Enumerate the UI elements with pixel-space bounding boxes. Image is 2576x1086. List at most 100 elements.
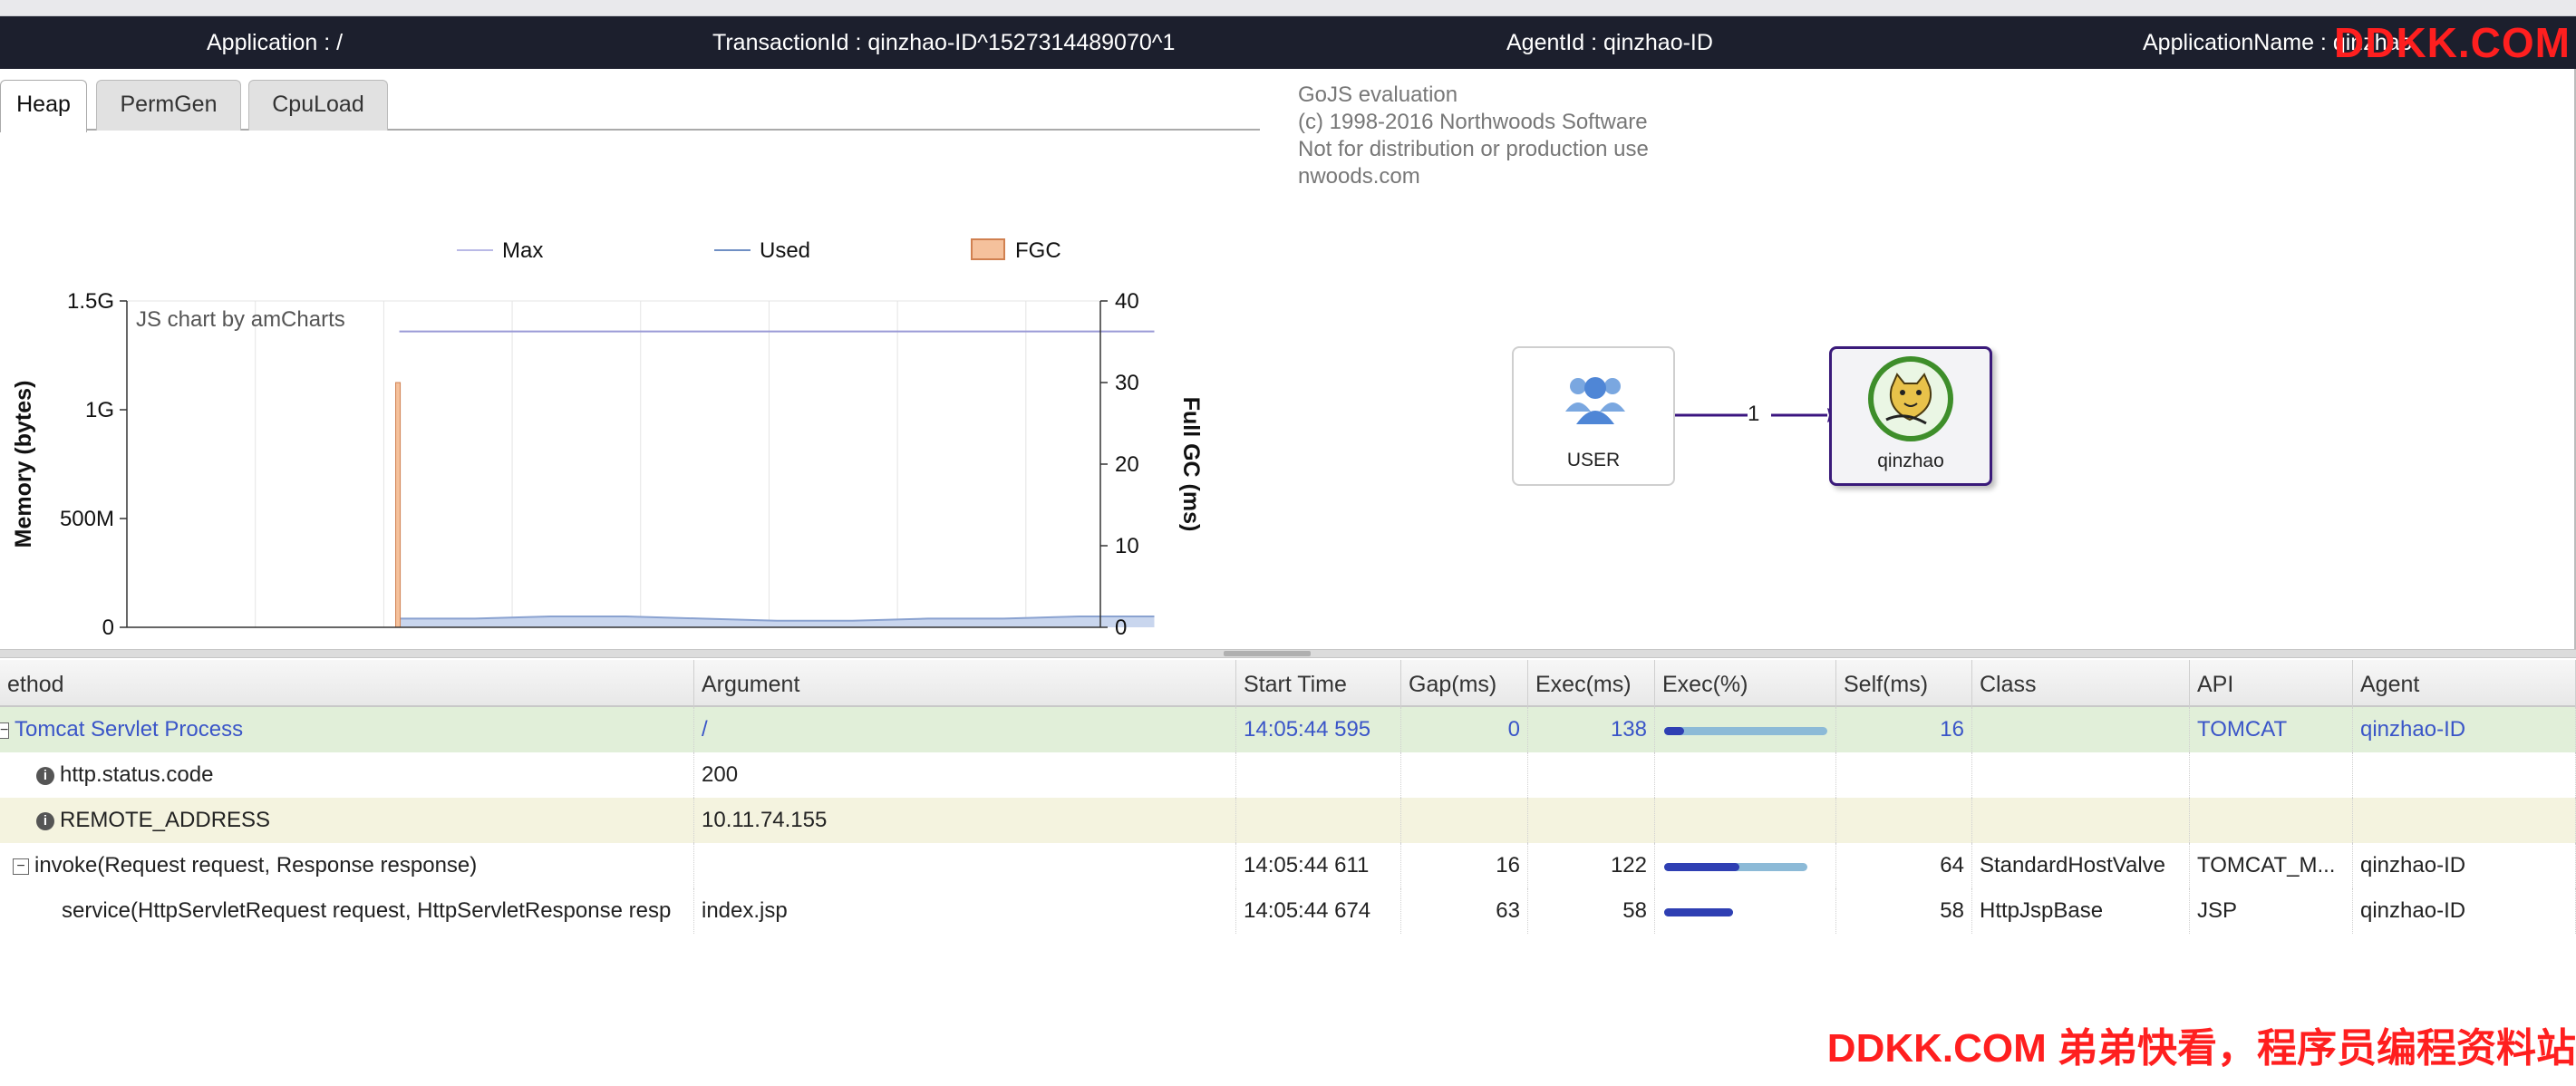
collapse-toggle-icon[interactable]: − [13, 858, 29, 875]
application-label: Application : / [207, 30, 344, 55]
argument-cell: 10.11.74.155 [694, 798, 1236, 843]
argument-cell: 200 [694, 752, 1236, 798]
self-percent-fill [1664, 863, 1739, 871]
tab-permgen[interactable]: PermGen [96, 80, 241, 131]
column-header-agent[interactable]: Agent [2353, 660, 2576, 707]
agent-id-label: AgentId : qinzhao-ID [1506, 30, 1713, 55]
gap-cell [1401, 798, 1528, 843]
exec-percent-cell [1655, 843, 1836, 888]
transaction-id-label: TransactionId : qinzhao-ID^1527314489070… [712, 30, 1176, 55]
column-header-start-time[interactable]: Start Time [1236, 660, 1401, 707]
gap-cell: 16 [1401, 843, 1528, 888]
argument-cell [694, 843, 1236, 888]
exec-percent-bar [1664, 863, 1808, 871]
table-row[interactable]: − Tomcat Servlet Process / 14:05:44 595 0… [0, 707, 2576, 752]
method-name: REMOTE_ADDRESS [60, 808, 271, 832]
fgc-bar [395, 382, 402, 628]
y2-axis-title: Full GC (ms) [1178, 397, 1204, 532]
legend-used-label: Used [760, 238, 810, 263]
agent-cell: qinzhao-ID [2353, 843, 2576, 888]
memory-chart-panel: Heap PermGen CpuLoad Max Used FGC 0 500M 1… [0, 69, 1269, 649]
column-header-class[interactable]: Class [1972, 660, 2190, 707]
agent-cell [2353, 798, 2576, 843]
watermark-top: DDKK.COM [2334, 19, 2571, 66]
panel-splitter[interactable] [0, 649, 2576, 658]
class-cell [1972, 707, 2190, 752]
agent-cell [2353, 752, 2576, 798]
table-row[interactable]: i REMOTE_ADDRESS 10.11.74.155 [0, 798, 2576, 843]
method-name: Tomcat Servlet Process [15, 717, 244, 742]
y2-tick-label: 0 [1115, 616, 1127, 640]
method-cell: − Tomcat Servlet Process [0, 707, 694, 752]
method-cell: i REMOTE_ADDRESS [0, 798, 694, 843]
gap-cell [1401, 752, 1528, 798]
gap-cell: 63 [1401, 888, 1528, 934]
exec-percent-cell [1655, 707, 1836, 752]
y-tick-label: 0 [102, 616, 114, 640]
api-cell [2190, 752, 2353, 798]
chart-legend: Max Used FGC [457, 238, 1061, 263]
agent-cell: qinzhao-ID [2353, 707, 2576, 752]
column-header-api[interactable]: API [2190, 660, 2353, 707]
collapse-toggle-icon[interactable]: − [0, 722, 9, 739]
exec-cell: 58 [1528, 888, 1655, 934]
transaction-info-bar: Application : / TransactionId : qinzhao-… [0, 16, 2576, 69]
chart-credit: JS chart by amCharts [136, 307, 345, 332]
gojs-evaluation-notice: GoJS evaluation (c) 1998-2016 Northwoods… [1298, 82, 1649, 190]
class-cell [1972, 798, 2190, 843]
api-cell: JSP [2190, 888, 2353, 934]
method-cell: service(HttpServletRequest request, Http… [0, 888, 694, 934]
splitter-handle[interactable] [1224, 651, 1311, 656]
column-header-self[interactable]: Self(ms) [1836, 660, 1972, 707]
user-node[interactable]: USER [1512, 346, 1675, 486]
exec-cell: 138 [1528, 707, 1655, 752]
table-row[interactable]: − invoke(Request request, Response respon… [0, 843, 2576, 888]
method-name: service(HttpServletRequest request, Http… [62, 898, 672, 923]
start-time-cell [1236, 752, 1401, 798]
grid-header: ethod Argument Start Time Gap(ms) Exec(m… [0, 660, 2576, 707]
self-cell [1836, 752, 1972, 798]
self-cell: 16 [1836, 707, 1972, 752]
argument-cell: / [694, 707, 1236, 752]
table-row[interactable]: i http.status.code 200 [0, 752, 2576, 798]
column-header-argument[interactable]: Argument [694, 660, 1236, 707]
api-cell [2190, 798, 2353, 843]
call-tree-grid: ethod Argument Start Time Gap(ms) Exec(m… [0, 660, 2576, 934]
application-node[interactable]: qinzhao [1829, 346, 1992, 486]
column-header-gap[interactable]: Gap(ms) [1401, 660, 1528, 707]
exec-cell: 122 [1528, 843, 1655, 888]
self-cell: 64 [1836, 843, 1972, 888]
start-time-cell: 14:05:44 674 [1236, 888, 1401, 934]
tab-cpuload[interactable]: CpuLoad [248, 80, 388, 131]
exec-cell [1528, 752, 1655, 798]
exec-percent-cell [1655, 798, 1836, 843]
table-row[interactable]: service(HttpServletRequest request, Http… [0, 888, 2576, 934]
watermark-bottom: DDKK.COM 弟弟快看，程序员编程资料站 [1826, 1026, 2576, 1071]
exec-cell [1528, 798, 1655, 843]
agent-cell: qinzhao-ID [2353, 888, 2576, 934]
y2-tick-label: 30 [1115, 371, 1139, 395]
start-time-cell: 14:05:44 595 [1236, 707, 1401, 752]
edge-call-count: 1 [1748, 402, 1760, 426]
legend-fgc-swatch [971, 238, 1005, 260]
method-cell: − invoke(Request request, Response respon… [0, 843, 694, 888]
column-header-method[interactable]: ethod [0, 660, 694, 707]
info-icon: i [36, 766, 54, 785]
exec-percent-cell [1655, 888, 1836, 934]
y2-tick-label: 40 [1115, 289, 1139, 314]
self-cell [1836, 798, 1972, 843]
api-cell: TOMCAT [2190, 707, 2353, 752]
heap-chart: Max Used FGC 0500M1G1.5G01020304018.05.2… [11, 238, 1204, 640]
y-axis-title: Memory (bytes) [11, 381, 36, 548]
class-cell: StandardHostValve [1972, 843, 2190, 888]
exec-percent-bar [1664, 727, 1827, 735]
column-header-exec-percent[interactable]: Exec(%) [1655, 660, 1836, 707]
argument-cell: index.jsp [694, 888, 1236, 934]
y-tick-label: 500M [60, 507, 114, 531]
column-header-exec[interactable]: Exec(ms) [1528, 660, 1655, 707]
gojs-notice-line: (c) 1998-2016 Northwoods Software [1298, 110, 1648, 134]
class-cell: HttpJspBase [1972, 888, 2190, 934]
tab-heap[interactable]: Heap [0, 80, 87, 132]
gap-cell: 0 [1401, 707, 1528, 752]
method-cell: i http.status.code [0, 752, 694, 798]
